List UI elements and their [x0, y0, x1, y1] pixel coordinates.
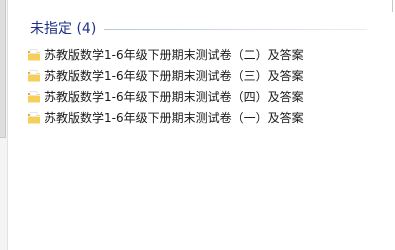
folder-name: 苏教版数学1-6年级下册期末测试卷（三）及答案: [44, 69, 304, 83]
folder-icon: [27, 69, 41, 83]
list-item[interactable]: 苏教版数学1-6年级下册期末测试卷（三）及答案: [27, 65, 357, 86]
folder-name: 苏教版数学1-6年级下册期末测试卷（二）及答案: [44, 48, 304, 62]
list-item[interactable]: 苏教版数学1-6年级下册期末测试卷（四）及答案: [27, 86, 357, 107]
group-title: 未指定 (4): [30, 21, 97, 37]
group-divider: [104, 29, 367, 30]
folder-name: 苏教版数学1-6年级下册期末测试卷（一）及答案: [44, 111, 304, 125]
left-scrollbar[interactable]: [0, 0, 9, 250]
list-item[interactable]: 苏教版数学1-6年级下册期末测试卷（二）及答案: [27, 44, 357, 65]
folder-name: 苏教版数学1-6年级下册期末测试卷（四）及答案: [44, 90, 304, 104]
explorer-pane: 未指定 (4) 苏教版数学1-6年级下册期末测试卷（二）及答案 苏教版数学1-6…: [0, 0, 395, 250]
scrollbar-thumb[interactable]: [0, 0, 6, 138]
group-header[interactable]: 未指定 (4): [30, 17, 367, 39]
folder-icon: [27, 111, 41, 125]
file-list: 苏教版数学1-6年级下册期末测试卷（二）及答案 苏教版数学1-6年级下册期末测试…: [27, 44, 357, 128]
folder-icon: [27, 48, 41, 62]
folder-icon: [27, 90, 41, 104]
list-item[interactable]: 苏教版数学1-6年级下册期末测试卷（一）及答案: [27, 107, 357, 128]
